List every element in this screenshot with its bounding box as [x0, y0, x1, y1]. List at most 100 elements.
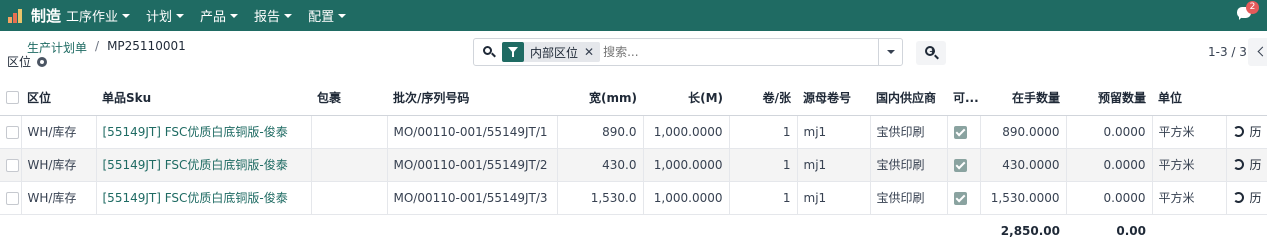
cell-parent-roll: mj1 [796, 115, 870, 149]
cell-sku[interactable]: [55149JT] FSC优质白底铜版-俊泰 [95, 115, 311, 149]
col-header-length[interactable]: 长(M) [643, 80, 729, 116]
total-reserved: 0.00 [1066, 213, 1152, 247]
cell-supplier: 宝供印刷 [869, 181, 947, 215]
cell-on-hand: 430.0000 [979, 148, 1066, 182]
remove-facet-button[interactable]: ✕ [584, 45, 600, 59]
top-navbar: 制造 工序作业 计划 产品 报告 配置 2 [0, 0, 1267, 31]
page-title-row: 区位 [7, 53, 48, 70]
cell-reserved: 0.0000 [1065, 181, 1152, 215]
history-button[interactable]: 历 [1225, 148, 1267, 182]
search-input[interactable] [600, 45, 871, 59]
chevron-down-icon [284, 13, 293, 18]
cell-parent-roll: mj1 [796, 148, 870, 182]
total-on-hand: 2,850.00 [980, 213, 1066, 247]
history-icon [1232, 159, 1244, 170]
table-row[interactable]: WH/库存 [55149JT] FSC优质白底铜版-俊泰 MO/00110-00… [0, 115, 1267, 149]
cell-uom: 平方米 [1151, 148, 1226, 182]
messages-badge: 2 [1246, 1, 1259, 14]
col-header-width[interactable]: 宽(mm) [557, 80, 643, 116]
checkbox-checked-icon [953, 158, 967, 172]
filter-facet: 内部区位 ✕ [502, 42, 601, 62]
cell-lot: MO/00110-001/55149JT/1 [386, 115, 557, 149]
quants-table: 区位 单品Sku 包裹 批次/序列号码 宽(mm) 长(M) 卷/张 源母卷号 … [0, 80, 1267, 247]
history-icon [1232, 126, 1244, 137]
cell-rolls: 1 [728, 148, 797, 182]
gear-icon[interactable] [37, 56, 48, 67]
chevron-down-icon [338, 13, 347, 18]
cell-sku[interactable]: [55149JT] FSC优质白底铜版-俊泰 [95, 148, 311, 182]
history-button[interactable]: 历 [1225, 181, 1267, 215]
col-header-location[interactable]: 区位 [21, 80, 96, 116]
cell-sku[interactable]: [55149JT] FSC优质白底铜版-俊泰 [95, 181, 311, 215]
table-row[interactable]: WH/库存 [55149JT] FSC优质白底铜版-俊泰 MO/00110-00… [0, 148, 1267, 182]
cell-length: 1,000.0000 [642, 148, 729, 182]
chevron-down-icon [230, 13, 239, 18]
history-button[interactable]: 历 [1225, 115, 1267, 149]
cell-lot: MO/00110-001/55149JT/2 [386, 148, 557, 182]
cell-location: WH/库存 [20, 148, 96, 182]
col-header-supplier[interactable]: 国内供应商 [870, 80, 947, 116]
caret-down-icon [887, 50, 895, 54]
cell-on-hand: 1,530.0000 [979, 181, 1066, 215]
cell-available [946, 181, 980, 215]
row-checkbox[interactable] [0, 115, 21, 149]
cell-uom: 平方米 [1151, 181, 1226, 215]
cell-rolls: 1 [728, 181, 797, 215]
cell-uom: 平方米 [1151, 115, 1226, 149]
chevron-left-icon [1257, 46, 1267, 57]
menu-operations[interactable]: 工序作业 [66, 6, 131, 25]
row-checkbox[interactable] [0, 181, 21, 215]
cell-available [946, 148, 980, 182]
menu-planning[interactable]: 计划 [146, 6, 185, 25]
search-options-toggle[interactable] [878, 39, 902, 65]
menu-configuration[interactable]: 配置 [308, 6, 347, 25]
cell-reserved: 0.0000 [1065, 148, 1152, 182]
col-header-actions [1226, 80, 1267, 116]
filter-icon [502, 42, 524, 62]
cell-available [946, 115, 980, 149]
zoom-button[interactable]: + [916, 41, 946, 65]
cell-length: 1,000.0000 [642, 115, 729, 149]
col-header-reserved[interactable]: 预留数量 [1066, 80, 1152, 116]
select-all-checkbox[interactable] [0, 80, 21, 116]
cell-reserved: 0.0000 [1065, 115, 1152, 149]
messages-button[interactable]: 2 [1237, 1, 1259, 21]
table-row[interactable]: WH/库存 [55149JT] FSC优质白底铜版-俊泰 MO/00110-00… [0, 181, 1267, 215]
checkbox-checked-icon [953, 125, 967, 139]
search-icon[interactable] [474, 39, 502, 65]
row-checkbox[interactable] [0, 148, 21, 182]
breadcrumb-current[interactable]: MP25110001 [107, 39, 186, 56]
cell-location: WH/库存 [20, 181, 96, 215]
cell-length: 1,000.0000 [642, 181, 729, 215]
chevron-down-icon [176, 13, 185, 18]
breadcrumb-separator: / [95, 39, 100, 53]
col-header-available[interactable]: 可... [947, 80, 980, 116]
col-header-package[interactable]: 包裹 [311, 80, 387, 116]
cell-on-hand: 890.0000 [979, 115, 1066, 149]
cell-lot: MO/00110-001/55149JT/3 [386, 181, 557, 215]
breadcrumb: 生产计划单 / MP25110001 [27, 39, 186, 56]
cell-width: 1,530.0 [556, 181, 643, 215]
col-header-parent-roll[interactable]: 源母卷号 [797, 80, 870, 116]
col-header-rolls[interactable]: 卷/张 [729, 80, 797, 116]
col-header-uom[interactable]: 单位 [1152, 80, 1226, 116]
col-header-sku[interactable]: 单品Sku [96, 80, 311, 116]
menu-products[interactable]: 产品 [200, 6, 239, 25]
main-menu: 工序作业 计划 产品 报告 配置 [66, 6, 362, 25]
app-name: 制造 [31, 7, 62, 25]
cell-width: 430.0 [556, 148, 643, 182]
pager-value[interactable]: 1-3 / 3 [1208, 45, 1247, 59]
page-title: 区位 [7, 55, 32, 69]
cell-width: 890.0 [556, 115, 643, 149]
search-bar: 内部区位 ✕ [473, 38, 903, 66]
menu-reporting[interactable]: 报告 [254, 6, 293, 25]
cell-location: WH/库存 [20, 115, 96, 149]
cell-supplier: 宝供印刷 [869, 148, 947, 182]
col-header-on-hand[interactable]: 在手数量 [980, 80, 1066, 116]
pager-previous-button[interactable] [1248, 38, 1267, 66]
checkbox-checked-icon [953, 191, 967, 205]
cell-package [310, 148, 387, 182]
col-header-lot[interactable]: 批次/序列号码 [387, 80, 557, 116]
app-brand[interactable]: 制造 [0, 5, 66, 26]
history-icon [1232, 192, 1244, 203]
